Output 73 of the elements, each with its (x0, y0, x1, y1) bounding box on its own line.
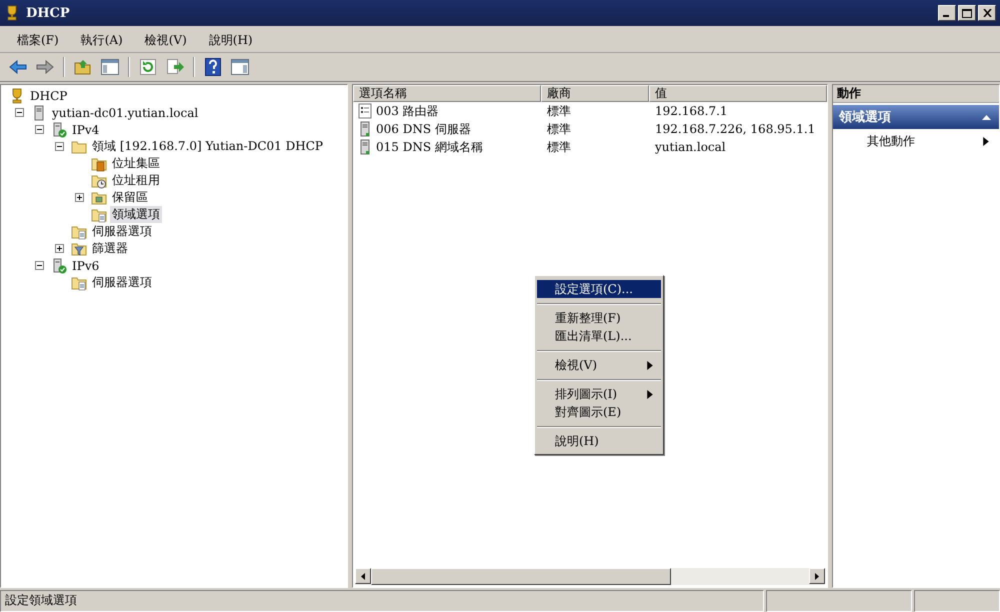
table-cell: 015 DNS 網域名稱 (376, 138, 483, 156)
tree-item[interactable]: IPv4 (70, 122, 102, 136)
table-cell-text: 192.168.7.1 (654, 104, 729, 118)
tree-item[interactable]: 領域 [192.168.7.0] Yutian-DC01 DHCP (90, 138, 325, 155)
submenu-arrow-icon (647, 360, 653, 370)
menu-item[interactable]: 檢視(V) (136, 30, 196, 50)
maximize-icon (962, 8, 972, 18)
server-check-icon (51, 122, 67, 138)
folder-document-icon (91, 206, 107, 222)
tree-item[interactable]: DHCP (28, 88, 70, 102)
pane-toggle-button[interactable] (98, 56, 122, 78)
window-title: DHCP (26, 6, 71, 20)
context-menu-item[interactable]: 說明(H) (537, 432, 661, 450)
actions-header: 動作 (833, 85, 999, 103)
table-cell-text: 標準 (546, 102, 572, 120)
folder-icon (71, 138, 87, 154)
tree-item[interactable]: 保留區 (110, 189, 150, 206)
server-check-icon (51, 258, 67, 274)
column-header[interactable]: 廠商 (541, 85, 649, 102)
submenu-arrow-icon (647, 390, 653, 398)
tree-item[interactable]: yutian-dc01.yutian.local (50, 106, 200, 120)
folder-grid-icon (91, 190, 107, 206)
list-document-icon (357, 103, 373, 119)
menu-item[interactable]: 說明(H) (200, 30, 262, 50)
table-cell: 006 DNS 伺服器 (376, 120, 471, 138)
close-icon (982, 9, 992, 17)
folder-clock-icon (91, 172, 107, 188)
tree-item[interactable]: 伺服器選項 (90, 274, 154, 291)
left-arrow-icon (361, 572, 365, 580)
table-cell-text: 標準 (546, 138, 572, 156)
scrollbar-thumb[interactable] (371, 568, 671, 585)
action-item[interactable]: 其他動作 (833, 129, 999, 150)
table-cell-text: yutian.local (654, 140, 727, 154)
folder-document-icon (71, 224, 87, 240)
close-button[interactable] (978, 5, 996, 21)
expand-icon[interactable] (75, 193, 84, 202)
context-menu-item[interactable]: 對齊圖示(E) (537, 403, 661, 421)
collapse-icon[interactable] (55, 142, 64, 151)
tree-item[interactable]: 伺服器選項 (90, 223, 154, 240)
scroll-left-button[interactable] (355, 568, 371, 584)
collapse-icon[interactable] (35, 261, 44, 270)
tree-item[interactable]: 篩選器 (90, 240, 130, 257)
tree-item[interactable]: 領域選項 (110, 206, 162, 223)
status-text: 設定領域選項 (0, 590, 764, 612)
submenu-arrow-icon (983, 137, 989, 146)
collapse-icon[interactable] (15, 108, 24, 117)
minimize-button[interactable] (938, 5, 956, 21)
expand-icon[interactable] (55, 244, 64, 253)
context-menu-item[interactable]: 排列圖示(I) (537, 385, 661, 403)
collapse-icon[interactable] (35, 125, 44, 134)
menu-item[interactable]: 執行(A) (72, 30, 132, 50)
tree-item[interactable]: 位址集區 (110, 155, 162, 172)
column-header[interactable]: 值 (649, 85, 827, 102)
context-menu-item[interactable]: 檢視(V) (537, 356, 661, 374)
folder-document-icon (71, 274, 87, 290)
pane-toggle-button[interactable] (228, 56, 252, 78)
menu-item[interactable]: 檔案(F) (8, 30, 68, 50)
maximize-button[interactable] (958, 5, 976, 21)
column-header[interactable]: 選項名稱 (353, 85, 541, 102)
table-cell: 003 路由器 (376, 102, 439, 120)
table-cell-text: 192.168.7.226, 168.95.1.1 (654, 122, 816, 136)
context-menu-item[interactable]: 設定選項(C)... (537, 280, 661, 298)
tree-item[interactable]: 位址租用 (110, 172, 162, 189)
folder-book-icon (91, 156, 107, 172)
scroll-right-button[interactable] (809, 568, 825, 584)
context-menu-item[interactable]: 匯出清單(L)... (537, 327, 661, 345)
folder-funnel-icon (71, 240, 87, 256)
context-menu-item[interactable]: 重新整理(F) (537, 309, 661, 327)
table-cell-text: 標準 (546, 120, 572, 138)
horizontal-scrollbar[interactable] (355, 568, 825, 585)
right-arrow-icon (815, 572, 819, 580)
actions-section-header[interactable]: 領域選項 (833, 105, 999, 129)
tree-item[interactable]: IPv6 (70, 258, 102, 272)
